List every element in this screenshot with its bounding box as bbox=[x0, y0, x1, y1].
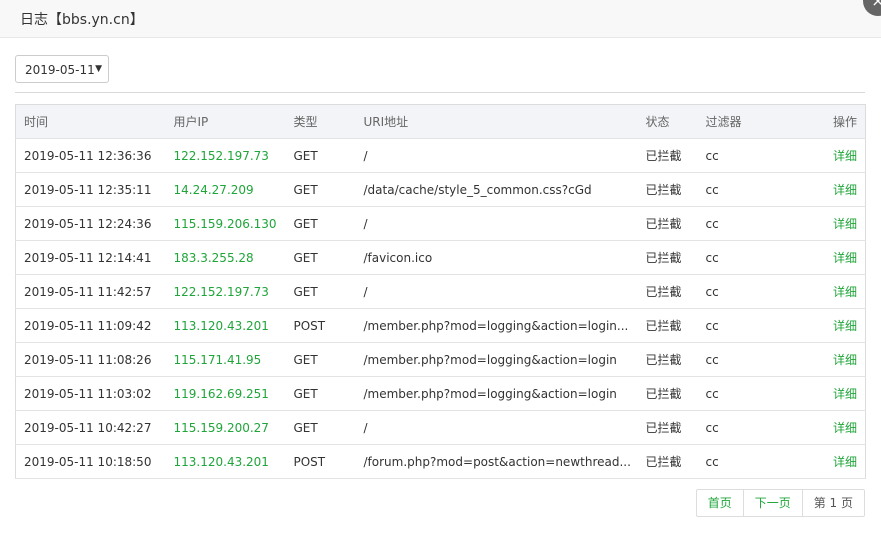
column-header-status: 状态 bbox=[637, 104, 698, 139]
cell-filter: cc bbox=[697, 444, 788, 479]
cell-type: GET bbox=[285, 240, 356, 275]
detail-link[interactable]: 详细 bbox=[787, 206, 866, 241]
cell-ip: 122.152.197.73 bbox=[165, 274, 286, 309]
cell-time: 2019-05-11 12:14:41 bbox=[15, 240, 166, 275]
table-row: 2019-05-11 12:35:11 14.24.27.209 GET /da… bbox=[15, 172, 866, 207]
detail-link[interactable]: 详细 bbox=[787, 138, 866, 173]
cell-time: 2019-05-11 11:03:02 bbox=[15, 376, 166, 411]
cell-uri: /member.php?mod=logging&action=login bbox=[355, 342, 638, 377]
cell-ip: 113.120.43.201 bbox=[165, 444, 286, 479]
dialog-title: 日志【bbs.yn.cn】 bbox=[20, 12, 144, 28]
cell-uri: /forum.php?mod=post&action=newthread... bbox=[355, 444, 638, 479]
cell-uri: / bbox=[355, 410, 638, 445]
log-table: 时间 用户IP 类型 URI地址 状态 过滤器 操作 2019-05-11 12… bbox=[15, 104, 866, 479]
cell-filter: cc bbox=[697, 206, 788, 241]
column-header-filter: 过滤器 bbox=[697, 104, 788, 139]
table-row: 2019-05-11 10:18:50 113.120.43.201 POST … bbox=[15, 444, 866, 479]
cell-status: 已拦截 bbox=[637, 206, 698, 241]
first-page-button[interactable]: 首页 bbox=[697, 490, 743, 516]
chevron-down-icon: ▼ bbox=[95, 64, 102, 74]
cell-uri: /member.php?mod=logging&action=login... bbox=[355, 308, 638, 343]
cell-status: 已拦截 bbox=[637, 376, 698, 411]
cell-ip: 119.162.69.251 bbox=[165, 376, 286, 411]
page-indicator: 第 1 页 bbox=[801, 490, 864, 516]
pagination: 首页 下一页 第 1 页 bbox=[695, 489, 865, 517]
cell-uri: /member.php?mod=logging&action=login bbox=[355, 376, 638, 411]
cell-time: 2019-05-11 12:24:36 bbox=[15, 206, 166, 241]
cell-type: GET bbox=[285, 410, 356, 445]
date-select[interactable]: 2019-05-11 ▼ bbox=[15, 55, 109, 83]
detail-link[interactable]: 详细 bbox=[787, 172, 866, 207]
table-row: 2019-05-11 11:42:57 122.152.197.73 GET /… bbox=[15, 274, 866, 309]
column-header-uri: URI地址 bbox=[355, 104, 638, 139]
column-header-action: 操作 bbox=[787, 104, 866, 139]
column-header-type: 类型 bbox=[285, 104, 356, 139]
table-row: 2019-05-11 11:09:42 113.120.43.201 POST … bbox=[15, 308, 866, 343]
cell-uri: / bbox=[355, 206, 638, 241]
cell-uri: / bbox=[355, 138, 638, 173]
date-select-value: 2019-05-11 bbox=[25, 63, 95, 77]
table-row: 2019-05-11 12:14:41 183.3.255.28 GET /fa… bbox=[15, 240, 866, 275]
cell-type: GET bbox=[285, 274, 356, 309]
column-header-ip: 用户IP bbox=[165, 104, 286, 139]
cell-time: 2019-05-11 11:08:26 bbox=[15, 342, 166, 377]
cell-status: 已拦截 bbox=[637, 308, 698, 343]
next-page-button[interactable]: 下一页 bbox=[742, 490, 802, 516]
detail-link[interactable]: 详细 bbox=[787, 240, 866, 275]
table-header-row: 时间 用户IP 类型 URI地址 状态 过滤器 操作 bbox=[15, 104, 866, 139]
cell-filter: cc bbox=[697, 342, 788, 377]
cell-status: 已拦截 bbox=[637, 342, 698, 377]
cell-filter: cc bbox=[697, 376, 788, 411]
cell-time: 2019-05-11 10:42:27 bbox=[15, 410, 166, 445]
divider bbox=[15, 92, 865, 93]
cell-filter: cc bbox=[697, 410, 788, 445]
cell-ip: 115.171.41.95 bbox=[165, 342, 286, 377]
cell-status: 已拦截 bbox=[637, 444, 698, 479]
column-header-time: 时间 bbox=[15, 104, 166, 139]
cell-filter: cc bbox=[697, 240, 788, 275]
cell-uri: /data/cache/style_5_common.css?cGd bbox=[355, 172, 638, 207]
cell-ip: 14.24.27.209 bbox=[165, 172, 286, 207]
cell-time: 2019-05-11 12:35:11 bbox=[15, 172, 166, 207]
cell-filter: cc bbox=[697, 274, 788, 309]
cell-ip: 122.152.197.73 bbox=[165, 138, 286, 173]
cell-type: GET bbox=[285, 206, 356, 241]
cell-type: GET bbox=[285, 172, 356, 207]
table-row: 2019-05-11 11:08:26 115.171.41.95 GET /m… bbox=[15, 342, 866, 377]
cell-status: 已拦截 bbox=[637, 410, 698, 445]
cell-ip: 113.120.43.201 bbox=[165, 308, 286, 343]
cell-ip: 115.159.200.27 bbox=[165, 410, 286, 445]
cell-type: POST bbox=[285, 308, 356, 343]
table-row: 2019-05-11 10:42:27 115.159.200.27 GET /… bbox=[15, 410, 866, 445]
detail-link[interactable]: 详细 bbox=[787, 444, 866, 479]
detail-link[interactable]: 详细 bbox=[787, 308, 866, 343]
dialog-titlebar: 日志【bbs.yn.cn】 bbox=[0, 0, 881, 38]
cell-time: 2019-05-11 11:42:57 bbox=[15, 274, 166, 309]
cell-time: 2019-05-11 11:09:42 bbox=[15, 308, 166, 343]
detail-link[interactable]: 详细 bbox=[787, 376, 866, 411]
table-row: 2019-05-11 12:36:36 122.152.197.73 GET /… bbox=[15, 138, 866, 173]
cell-status: 已拦截 bbox=[637, 172, 698, 207]
detail-link[interactable]: 详细 bbox=[787, 342, 866, 377]
cell-type: GET bbox=[285, 138, 356, 173]
cell-uri: / bbox=[355, 274, 638, 309]
cell-type: POST bbox=[285, 444, 356, 479]
cell-ip: 183.3.255.28 bbox=[165, 240, 286, 275]
cell-time: 2019-05-11 12:36:36 bbox=[15, 138, 166, 173]
cell-filter: cc bbox=[697, 138, 788, 173]
table-row: 2019-05-11 12:24:36 115.159.206.130 GET … bbox=[15, 206, 866, 241]
cell-uri: /favicon.ico bbox=[355, 240, 638, 275]
cell-status: 已拦截 bbox=[637, 240, 698, 275]
detail-link[interactable]: 详细 bbox=[787, 410, 866, 445]
detail-link[interactable]: 详细 bbox=[787, 274, 866, 309]
cell-status: 已拦截 bbox=[637, 138, 698, 173]
cell-status: 已拦截 bbox=[637, 274, 698, 309]
cell-type: GET bbox=[285, 376, 356, 411]
cell-ip: 115.159.206.130 bbox=[165, 206, 286, 241]
cell-filter: cc bbox=[697, 172, 788, 207]
table-row: 2019-05-11 11:03:02 119.162.69.251 GET /… bbox=[15, 376, 866, 411]
cell-type: GET bbox=[285, 342, 356, 377]
cell-time: 2019-05-11 10:18:50 bbox=[15, 444, 166, 479]
cell-filter: cc bbox=[697, 308, 788, 343]
